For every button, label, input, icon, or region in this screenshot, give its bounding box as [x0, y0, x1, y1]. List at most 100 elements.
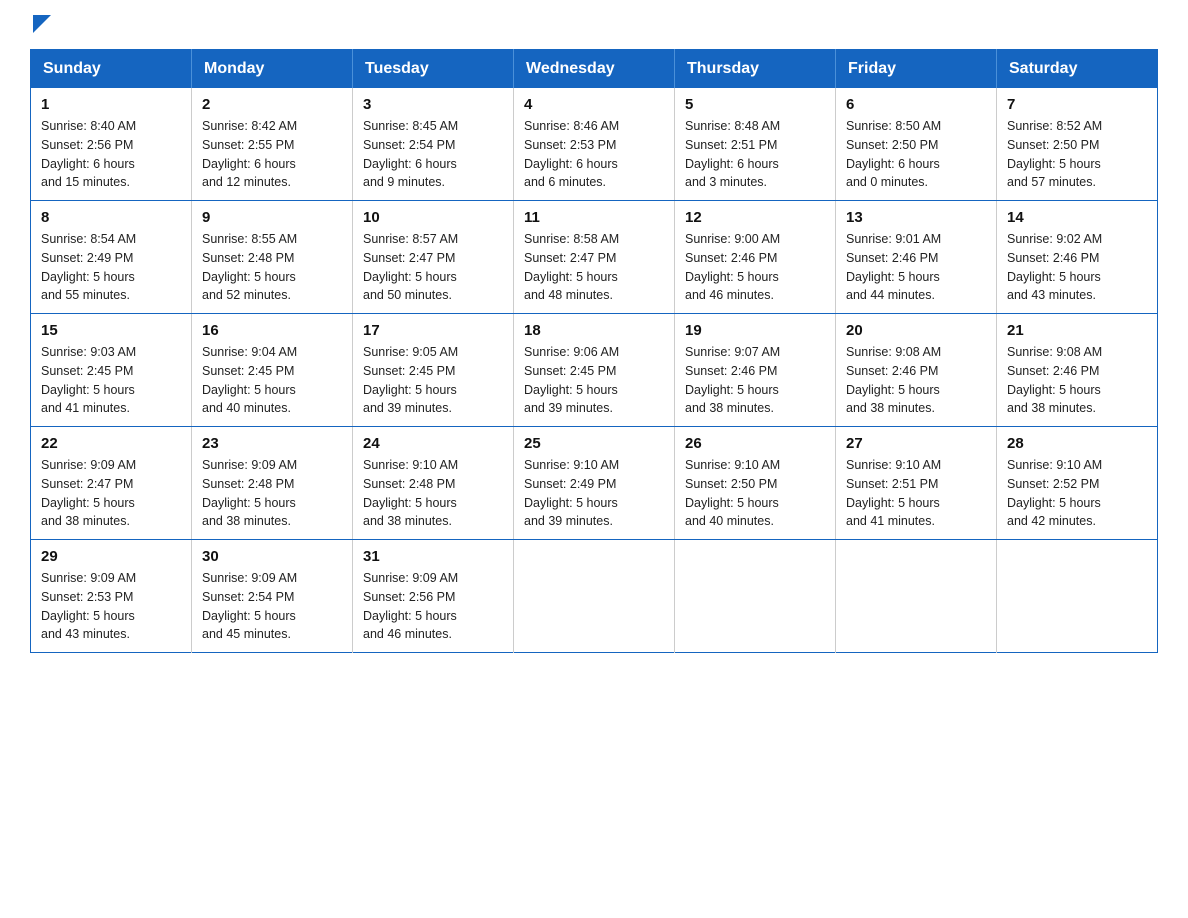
- day-number: 12: [685, 209, 825, 226]
- day-number: 27: [846, 435, 986, 452]
- day-info: Sunrise: 9:09 AMSunset: 2:48 PMDaylight:…: [202, 458, 297, 528]
- day-info: Sunrise: 9:05 AMSunset: 2:45 PMDaylight:…: [363, 345, 458, 415]
- calendar-day-cell: 26 Sunrise: 9:10 AMSunset: 2:50 PMDaylig…: [675, 427, 836, 540]
- day-info: Sunrise: 9:07 AMSunset: 2:46 PMDaylight:…: [685, 345, 780, 415]
- calendar-day-cell: 21 Sunrise: 9:08 AMSunset: 2:46 PMDaylig…: [997, 314, 1158, 427]
- calendar-header-tuesday: Tuesday: [353, 50, 514, 89]
- calendar-day-cell: 1 Sunrise: 8:40 AMSunset: 2:56 PMDayligh…: [31, 88, 192, 201]
- day-info: Sunrise: 8:55 AMSunset: 2:48 PMDaylight:…: [202, 232, 297, 302]
- day-info: Sunrise: 9:02 AMSunset: 2:46 PMDaylight:…: [1007, 232, 1102, 302]
- day-info: Sunrise: 8:50 AMSunset: 2:50 PMDaylight:…: [846, 119, 941, 189]
- day-info: Sunrise: 9:08 AMSunset: 2:46 PMDaylight:…: [1007, 345, 1102, 415]
- calendar-day-cell: 22 Sunrise: 9:09 AMSunset: 2:47 PMDaylig…: [31, 427, 192, 540]
- calendar-day-cell: 14 Sunrise: 9:02 AMSunset: 2:46 PMDaylig…: [997, 201, 1158, 314]
- day-number: 25: [524, 435, 664, 452]
- day-number: 23: [202, 435, 342, 452]
- day-number: 3: [363, 96, 503, 113]
- calendar-day-cell: 29 Sunrise: 9:09 AMSunset: 2:53 PMDaylig…: [31, 540, 192, 653]
- day-info: Sunrise: 9:10 AMSunset: 2:49 PMDaylight:…: [524, 458, 619, 528]
- calendar-day-cell: 8 Sunrise: 8:54 AMSunset: 2:49 PMDayligh…: [31, 201, 192, 314]
- calendar-day-cell: 28 Sunrise: 9:10 AMSunset: 2:52 PMDaylig…: [997, 427, 1158, 540]
- day-info: Sunrise: 9:08 AMSunset: 2:46 PMDaylight:…: [846, 345, 941, 415]
- day-number: 2: [202, 96, 342, 113]
- day-info: Sunrise: 9:09 AMSunset: 2:54 PMDaylight:…: [202, 571, 297, 641]
- day-info: Sunrise: 9:04 AMSunset: 2:45 PMDaylight:…: [202, 345, 297, 415]
- calendar-week-row: 22 Sunrise: 9:09 AMSunset: 2:47 PMDaylig…: [31, 427, 1158, 540]
- day-number: 21: [1007, 322, 1147, 339]
- day-number: 7: [1007, 96, 1147, 113]
- day-info: Sunrise: 9:09 AMSunset: 2:47 PMDaylight:…: [41, 458, 136, 528]
- calendar-day-cell: 18 Sunrise: 9:06 AMSunset: 2:45 PMDaylig…: [514, 314, 675, 427]
- day-info: Sunrise: 8:58 AMSunset: 2:47 PMDaylight:…: [524, 232, 619, 302]
- calendar-day-cell: 2 Sunrise: 8:42 AMSunset: 2:55 PMDayligh…: [192, 88, 353, 201]
- day-info: Sunrise: 9:00 AMSunset: 2:46 PMDaylight:…: [685, 232, 780, 302]
- calendar-week-row: 15 Sunrise: 9:03 AMSunset: 2:45 PMDaylig…: [31, 314, 1158, 427]
- calendar-header-saturday: Saturday: [997, 50, 1158, 89]
- day-number: 1: [41, 96, 181, 113]
- day-number: 29: [41, 548, 181, 565]
- day-number: 18: [524, 322, 664, 339]
- day-info: Sunrise: 9:01 AMSunset: 2:46 PMDaylight:…: [846, 232, 941, 302]
- day-number: 15: [41, 322, 181, 339]
- calendar-day-cell: 19 Sunrise: 9:07 AMSunset: 2:46 PMDaylig…: [675, 314, 836, 427]
- day-number: 17: [363, 322, 503, 339]
- day-info: Sunrise: 8:52 AMSunset: 2:50 PMDaylight:…: [1007, 119, 1102, 189]
- calendar-day-cell: 31 Sunrise: 9:09 AMSunset: 2:56 PMDaylig…: [353, 540, 514, 653]
- day-number: 16: [202, 322, 342, 339]
- day-info: Sunrise: 9:10 AMSunset: 2:50 PMDaylight:…: [685, 458, 780, 528]
- logo: [30, 20, 51, 29]
- day-number: 9: [202, 209, 342, 226]
- calendar-day-cell: 15 Sunrise: 9:03 AMSunset: 2:45 PMDaylig…: [31, 314, 192, 427]
- calendar-day-cell: 17 Sunrise: 9:05 AMSunset: 2:45 PMDaylig…: [353, 314, 514, 427]
- day-number: 13: [846, 209, 986, 226]
- day-number: 28: [1007, 435, 1147, 452]
- calendar-day-cell: 9 Sunrise: 8:55 AMSunset: 2:48 PMDayligh…: [192, 201, 353, 314]
- calendar-day-cell: 20 Sunrise: 9:08 AMSunset: 2:46 PMDaylig…: [836, 314, 997, 427]
- day-info: Sunrise: 9:10 AMSunset: 2:48 PMDaylight:…: [363, 458, 458, 528]
- day-number: 20: [846, 322, 986, 339]
- calendar-day-cell: [836, 540, 997, 653]
- day-info: Sunrise: 9:10 AMSunset: 2:52 PMDaylight:…: [1007, 458, 1102, 528]
- day-info: Sunrise: 8:46 AMSunset: 2:53 PMDaylight:…: [524, 119, 619, 189]
- calendar-day-cell: 5 Sunrise: 8:48 AMSunset: 2:51 PMDayligh…: [675, 88, 836, 201]
- calendar-day-cell: 12 Sunrise: 9:00 AMSunset: 2:46 PMDaylig…: [675, 201, 836, 314]
- calendar-day-cell: 11 Sunrise: 8:58 AMSunset: 2:47 PMDaylig…: [514, 201, 675, 314]
- day-info: Sunrise: 8:48 AMSunset: 2:51 PMDaylight:…: [685, 119, 780, 189]
- calendar-header-sunday: Sunday: [31, 50, 192, 89]
- calendar-table: SundayMondayTuesdayWednesdayThursdayFrid…: [30, 49, 1158, 653]
- day-info: Sunrise: 9:03 AMSunset: 2:45 PMDaylight:…: [41, 345, 136, 415]
- day-info: Sunrise: 8:42 AMSunset: 2:55 PMDaylight:…: [202, 119, 297, 189]
- day-info: Sunrise: 8:40 AMSunset: 2:56 PMDaylight:…: [41, 119, 136, 189]
- calendar-day-cell: 30 Sunrise: 9:09 AMSunset: 2:54 PMDaylig…: [192, 540, 353, 653]
- day-number: 4: [524, 96, 664, 113]
- calendar-day-cell: 7 Sunrise: 8:52 AMSunset: 2:50 PMDayligh…: [997, 88, 1158, 201]
- day-number: 11: [524, 209, 664, 226]
- calendar-day-cell: 16 Sunrise: 9:04 AMSunset: 2:45 PMDaylig…: [192, 314, 353, 427]
- calendar-day-cell: 25 Sunrise: 9:10 AMSunset: 2:49 PMDaylig…: [514, 427, 675, 540]
- calendar-day-cell: 27 Sunrise: 9:10 AMSunset: 2:51 PMDaylig…: [836, 427, 997, 540]
- calendar-day-cell: [675, 540, 836, 653]
- day-number: 22: [41, 435, 181, 452]
- calendar-day-cell: 6 Sunrise: 8:50 AMSunset: 2:50 PMDayligh…: [836, 88, 997, 201]
- calendar-week-row: 29 Sunrise: 9:09 AMSunset: 2:53 PMDaylig…: [31, 540, 1158, 653]
- day-number: 8: [41, 209, 181, 226]
- calendar-header-monday: Monday: [192, 50, 353, 89]
- calendar-header-wednesday: Wednesday: [514, 50, 675, 89]
- day-number: 31: [363, 548, 503, 565]
- day-number: 30: [202, 548, 342, 565]
- page-header: [30, 20, 1158, 29]
- calendar-header-thursday: Thursday: [675, 50, 836, 89]
- calendar-day-cell: 24 Sunrise: 9:10 AMSunset: 2:48 PMDaylig…: [353, 427, 514, 540]
- day-number: 24: [363, 435, 503, 452]
- calendar-day-cell: [997, 540, 1158, 653]
- day-number: 19: [685, 322, 825, 339]
- calendar-day-cell: 10 Sunrise: 8:57 AMSunset: 2:47 PMDaylig…: [353, 201, 514, 314]
- day-info: Sunrise: 8:45 AMSunset: 2:54 PMDaylight:…: [363, 119, 458, 189]
- calendar-header-row: SundayMondayTuesdayWednesdayThursdayFrid…: [31, 50, 1158, 89]
- calendar-day-cell: 4 Sunrise: 8:46 AMSunset: 2:53 PMDayligh…: [514, 88, 675, 201]
- day-info: Sunrise: 9:09 AMSunset: 2:53 PMDaylight:…: [41, 571, 136, 641]
- calendar-day-cell: [514, 540, 675, 653]
- day-info: Sunrise: 9:06 AMSunset: 2:45 PMDaylight:…: [524, 345, 619, 415]
- calendar-week-row: 1 Sunrise: 8:40 AMSunset: 2:56 PMDayligh…: [31, 88, 1158, 201]
- calendar-week-row: 8 Sunrise: 8:54 AMSunset: 2:49 PMDayligh…: [31, 201, 1158, 314]
